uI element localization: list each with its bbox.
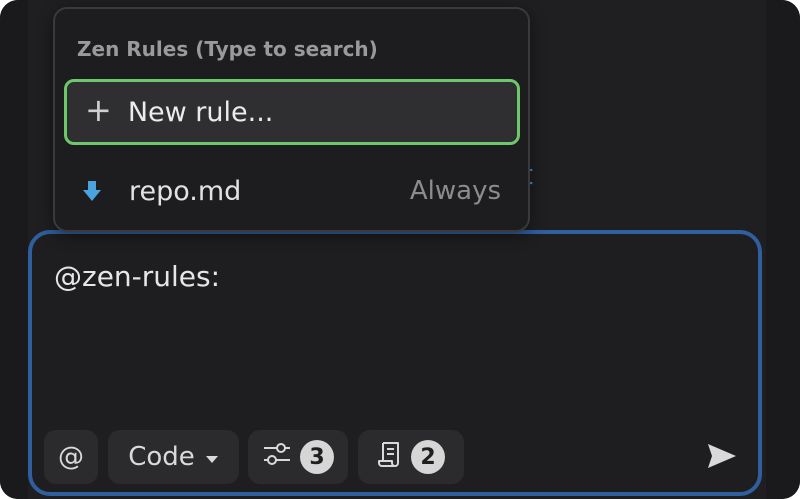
rule-mode: Always [409,176,501,206]
new-rule-label: New rule... [127,96,274,128]
popup-title: Zen Rules (Type to search) [77,37,378,61]
caret-down-icon [205,442,219,472]
app-window: t @zen-rules: @ Code 3 [0,0,800,499]
send-button[interactable] [702,438,742,478]
settings-count-badge: 3 [300,440,334,474]
new-rule-option[interactable]: + New rule... [64,79,520,145]
send-icon [706,442,738,475]
chat-input-text[interactable]: @zen-rules: [54,260,220,293]
at-icon: @ [58,442,84,472]
settings-button[interactable]: 3 [248,430,348,484]
sliders-icon [262,441,292,474]
rule-name: repo.md [129,175,242,207]
left-panel-edge [0,0,28,499]
right-panel-edge [766,0,800,499]
zen-rules-popup: Zen Rules (Type to search) + New rule...… [53,7,530,232]
download-arrow-icon [81,180,103,202]
rules-count-badge: 2 [411,440,445,474]
mode-dropdown[interactable]: Code [108,430,239,484]
rules-button[interactable]: 2 [358,430,464,484]
plus-icon: + [85,91,112,129]
mode-label: Code [128,442,195,472]
chat-input-box[interactable]: @zen-rules: @ Code 3 2 [28,230,762,496]
scroll-icon [377,440,403,475]
rule-item-repo[interactable]: repo.md Always [81,169,501,213]
mention-button[interactable]: @ [44,430,98,484]
